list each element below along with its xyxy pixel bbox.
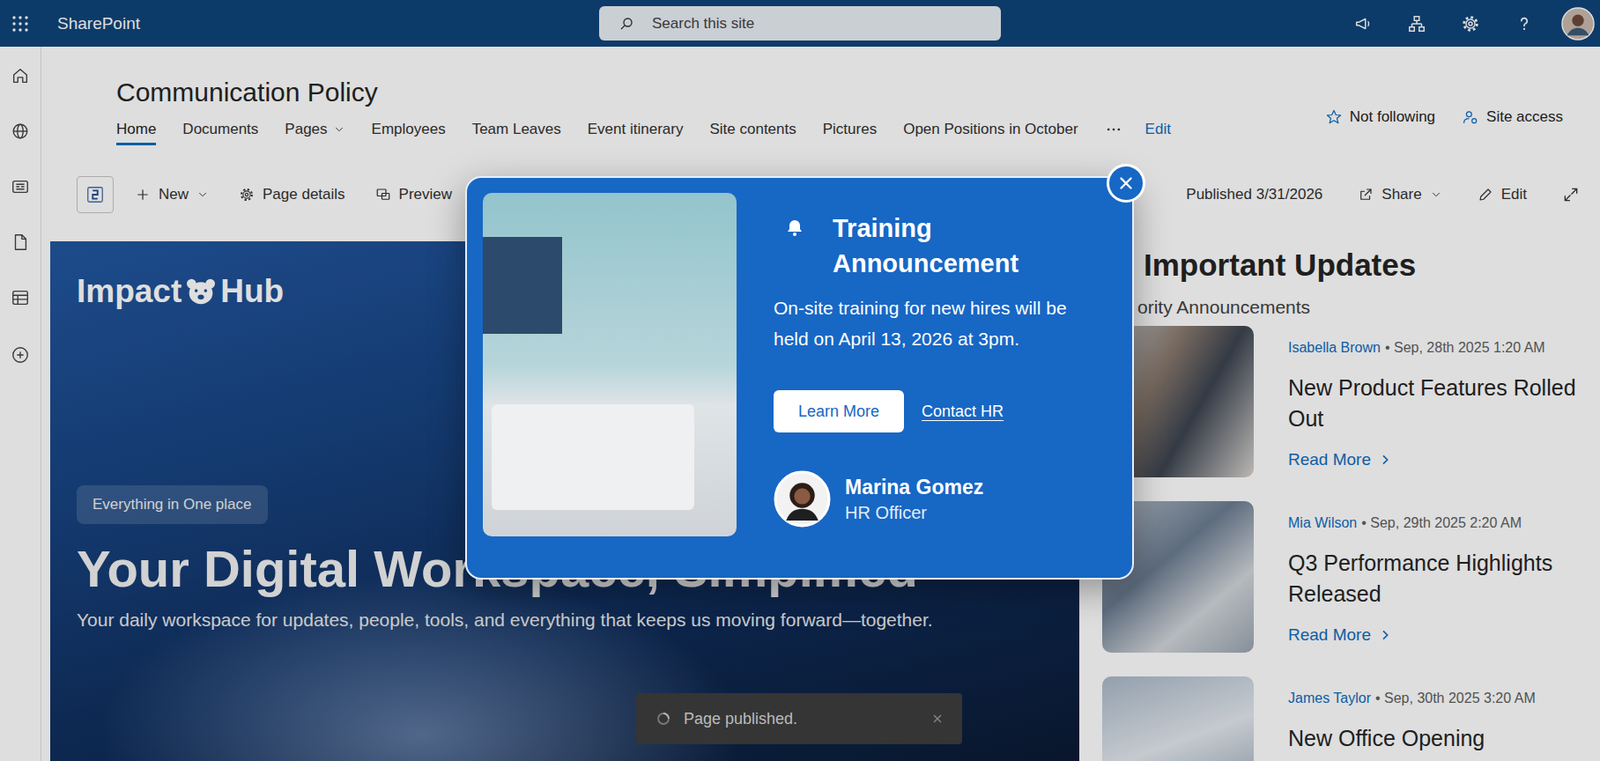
contact-person: Marina GomezHR Officer <box>773 470 1117 528</box>
contact-name: Marina Gomez <box>844 474 984 501</box>
modal-close-button[interactable] <box>1106 163 1146 203</box>
announcement-modal: Training Announcement On-site training fo… <box>465 176 1134 580</box>
contact-hr-link[interactable]: Contact HR <box>921 402 1004 422</box>
close-x-icon <box>1116 173 1136 193</box>
modal-photo <box>482 192 737 537</box>
modal-title: Training Announcement <box>832 210 1071 282</box>
learn-more-button[interactable]: Learn More <box>773 390 904 433</box>
sharepoint-page: SharePointSearch this siteCommunication … <box>0 0 1600 761</box>
contact-avatar-icon <box>773 470 831 528</box>
modal-text: On-site training for new hires will be h… <box>773 292 1096 355</box>
bell-icon <box>784 217 806 239</box>
contact-role: HR Officer <box>844 500 984 526</box>
